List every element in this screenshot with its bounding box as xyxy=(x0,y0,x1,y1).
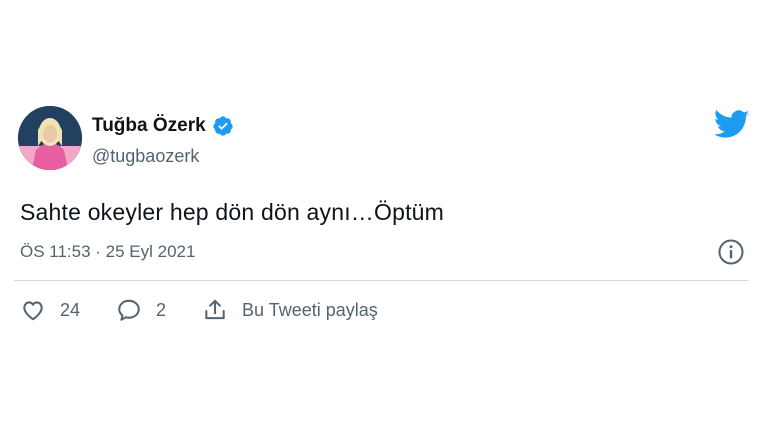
tweet-actions: 24 2 Bu Tweeti paylaş xyxy=(20,296,414,324)
avatar-image xyxy=(18,106,82,170)
avatar[interactable] xyxy=(18,106,82,170)
tweet-card: Tuğba Özerk @tugbaozerk Sahte okeyler he… xyxy=(0,0,770,432)
divider xyxy=(14,280,748,281)
verified-badge-icon xyxy=(213,116,233,136)
author-display-name[interactable]: Tuğba Özerk xyxy=(92,115,206,137)
share-icon xyxy=(205,299,225,320)
tweet-text: Sahte okeyler hep dön dön aynı…Öptüm xyxy=(20,199,445,225)
like-button[interactable]: 24 xyxy=(20,297,80,323)
author-handle[interactable]: @tugbaozerk xyxy=(92,146,199,167)
reply-button[interactable]: 2 xyxy=(116,297,166,323)
heart-icon xyxy=(23,301,43,321)
author-name-row: Tuğba Özerk xyxy=(92,115,234,137)
reply-count: 2 xyxy=(156,299,167,320)
tweet-timestamp[interactable]: ÖS 11:53 · 25 Eyl 2021 xyxy=(20,242,195,262)
like-count: 24 xyxy=(60,299,81,320)
share-button[interactable]: Bu Tweeti paylaş xyxy=(202,297,378,323)
twitter-bird-icon[interactable] xyxy=(714,110,750,140)
share-label: Bu Tweeti paylaş xyxy=(242,299,378,320)
reply-icon xyxy=(118,299,140,321)
info-icon[interactable] xyxy=(717,238,745,266)
